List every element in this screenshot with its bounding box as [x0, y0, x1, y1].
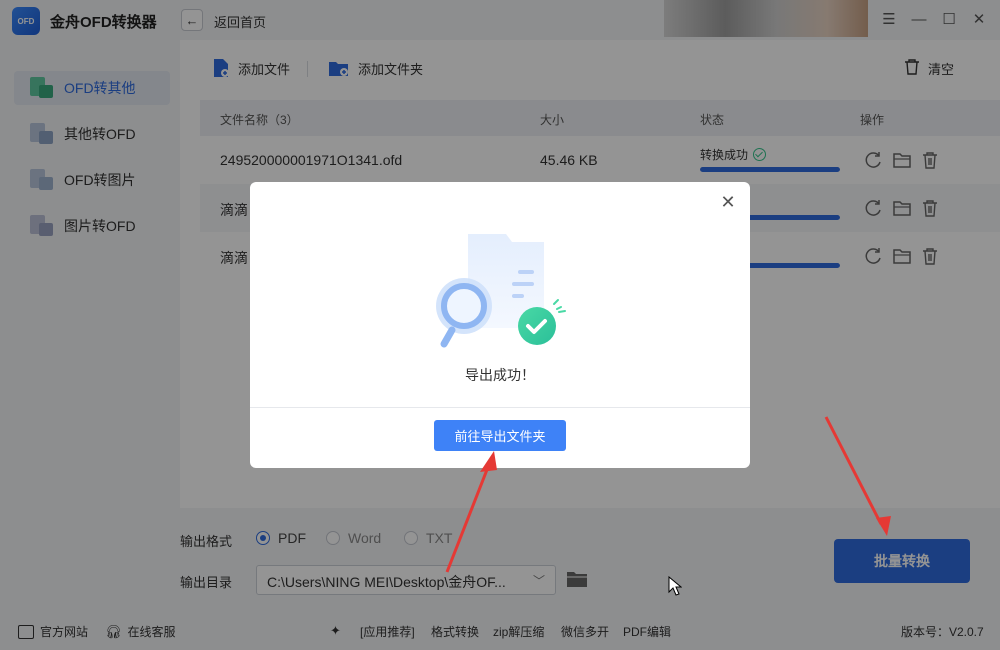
export-success-illustration — [436, 234, 566, 348]
mouse-cursor-icon — [668, 576, 682, 596]
close-icon[interactable]: ✕ — [720, 193, 736, 211]
modal-divider — [250, 407, 750, 408]
open-export-folder-button[interactable]: 前往导出文件夹 — [434, 420, 566, 451]
export-success-message: 导出成功！ — [465, 367, 535, 383]
export-success-dialog: ✕ 导出成功！ 前往导出文件夹 — [250, 182, 750, 468]
